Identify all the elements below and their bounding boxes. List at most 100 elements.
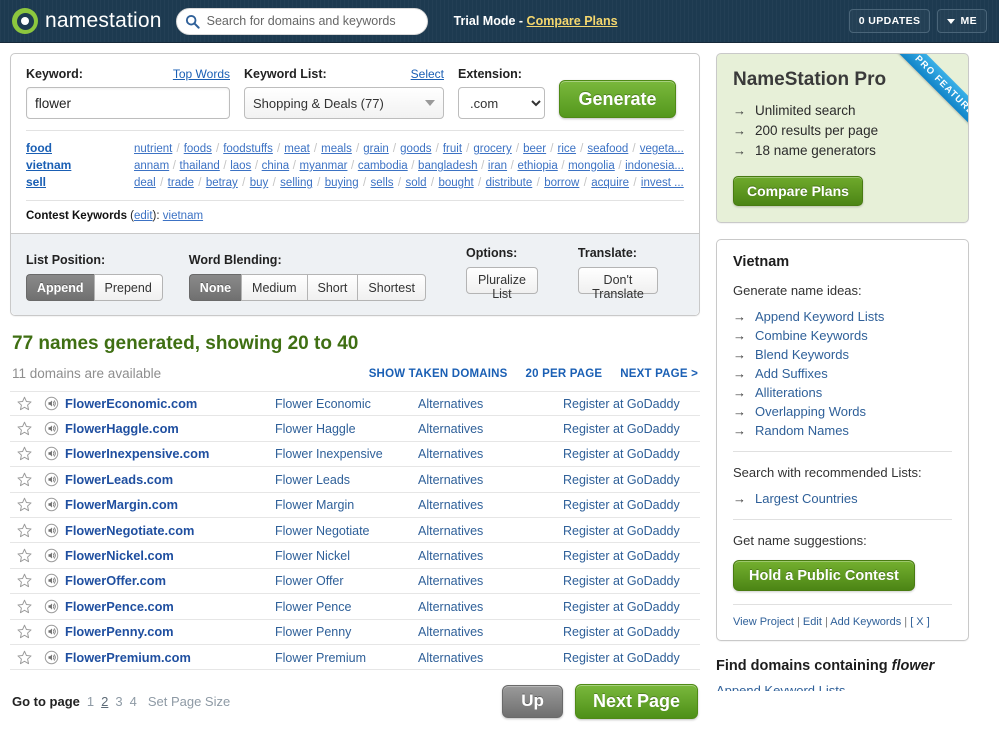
keyword-chip[interactable]: grocery bbox=[473, 143, 511, 155]
favorite-star-icon[interactable] bbox=[10, 396, 38, 411]
register-link[interactable]: Register at GoDaddy bbox=[563, 651, 680, 665]
list-position-prepend-button[interactable]: Prepend bbox=[93, 274, 163, 301]
per-page-link[interactable]: 20 PER PAGE bbox=[526, 368, 603, 380]
keyword-chip[interactable]: meat bbox=[284, 143, 310, 155]
word-blending-none-button[interactable]: None bbox=[188, 274, 242, 301]
register-link[interactable]: Register at GoDaddy bbox=[563, 600, 680, 614]
search-box[interactable] bbox=[175, 7, 428, 35]
keyword-chip[interactable]: selling bbox=[280, 177, 313, 189]
register-link[interactable]: Register at GoDaddy bbox=[563, 397, 680, 411]
generator-link[interactable]: Overlapping Words bbox=[755, 404, 866, 419]
updates-button[interactable]: 0 UPDATES bbox=[848, 9, 931, 33]
next-page-link[interactable]: NEXT PAGE > bbox=[620, 368, 698, 380]
generator-link[interactable]: Alliterations bbox=[755, 385, 822, 400]
word-blending-shortest-button[interactable]: Shortest bbox=[357, 274, 426, 301]
pronounce-speaker-icon[interactable] bbox=[38, 421, 65, 436]
keyword-chip[interactable]: mongolia bbox=[568, 160, 615, 172]
generator-link[interactable]: Append Keyword Lists bbox=[755, 309, 884, 324]
pronounce-speaker-icon[interactable] bbox=[38, 599, 65, 614]
pronounce-speaker-icon[interactable] bbox=[38, 446, 65, 461]
keyword-chip[interactable]: deal bbox=[134, 177, 156, 189]
domain-link[interactable]: FlowerInexpensive.com bbox=[65, 446, 209, 461]
pronounce-speaker-icon[interactable] bbox=[38, 523, 65, 538]
translate-button[interactable]: Don't Translate bbox=[577, 267, 658, 301]
keyword-chip[interactable]: indonesia... bbox=[625, 160, 684, 172]
register-link[interactable]: Register at GoDaddy bbox=[563, 574, 680, 588]
favorite-star-icon[interactable] bbox=[10, 624, 38, 639]
pronounce-speaker-icon[interactable] bbox=[38, 650, 65, 665]
domain-link[interactable]: FlowerOffer.com bbox=[65, 573, 166, 588]
project-footer-link[interactable]: View Project bbox=[733, 616, 794, 628]
append-keyword-lists-link[interactable]: Append Keyword Lists bbox=[716, 683, 845, 691]
keyword-chip[interactable]: nutrient bbox=[134, 143, 172, 155]
pronounce-speaker-icon[interactable] bbox=[38, 624, 65, 639]
pronounce-speaker-icon[interactable] bbox=[38, 472, 65, 487]
keyword-chip[interactable]: foodstuffs bbox=[223, 143, 273, 155]
keyword-chip[interactable]: thailand bbox=[180, 160, 220, 172]
keyword-row-head[interactable]: vietnam bbox=[26, 158, 134, 172]
pronounce-speaker-icon[interactable] bbox=[38, 548, 65, 563]
page-number-link[interactable]: 1 bbox=[87, 694, 94, 709]
top-words-link[interactable]: Top Words bbox=[173, 67, 230, 81]
brand-logo[interactable]: namestation bbox=[12, 8, 162, 34]
domain-link[interactable]: FlowerPence.com bbox=[65, 599, 174, 614]
keyword-chip[interactable]: china bbox=[262, 160, 290, 172]
alternatives-link[interactable]: Alternatives bbox=[418, 473, 483, 487]
contest-keywords-value[interactable]: vietnam bbox=[163, 210, 203, 222]
favorite-star-icon[interactable] bbox=[10, 650, 38, 665]
keyword-chip[interactable]: myanmar bbox=[300, 160, 348, 172]
word-blending-medium-button[interactable]: Medium bbox=[241, 274, 307, 301]
register-link[interactable]: Register at GoDaddy bbox=[563, 473, 680, 487]
keyword-chip[interactable]: betray bbox=[206, 177, 238, 189]
alternatives-link[interactable]: Alternatives bbox=[418, 600, 483, 614]
keyword-chip[interactable]: rice bbox=[558, 143, 577, 155]
favorite-star-icon[interactable] bbox=[10, 497, 38, 512]
alternatives-link[interactable]: Alternatives bbox=[418, 498, 483, 512]
favorite-star-icon[interactable] bbox=[10, 599, 38, 614]
domain-link[interactable]: FlowerNegotiate.com bbox=[65, 523, 194, 538]
keyword-chip[interactable]: fruit bbox=[443, 143, 462, 155]
keyword-chip[interactable]: laos bbox=[230, 160, 251, 172]
keyword-chip[interactable]: bought bbox=[438, 177, 473, 189]
keyword-chip[interactable]: borrow bbox=[544, 177, 579, 189]
keyword-chip[interactable]: bangladesh bbox=[418, 160, 477, 172]
page-number-link[interactable]: 4 bbox=[130, 694, 137, 709]
keyword-chip[interactable]: grain bbox=[363, 143, 389, 155]
domain-link[interactable]: FlowerLeads.com bbox=[65, 472, 173, 487]
keyword-chip[interactable]: sells bbox=[371, 177, 394, 189]
project-footer-link[interactable]: Edit bbox=[803, 616, 822, 628]
domain-link[interactable]: FlowerPenny.com bbox=[65, 624, 174, 639]
alternatives-link[interactable]: Alternatives bbox=[418, 574, 483, 588]
domain-link[interactable]: FlowerEconomic.com bbox=[65, 396, 197, 411]
keyword-input[interactable] bbox=[26, 87, 230, 119]
keyword-chip[interactable]: seafood bbox=[587, 143, 628, 155]
register-link[interactable]: Register at GoDaddy bbox=[563, 498, 680, 512]
list-position-append-button[interactable]: Append bbox=[26, 274, 94, 301]
project-footer-link[interactable]: Add Keywords bbox=[830, 616, 901, 628]
compare-plans-link[interactable]: Compare Plans bbox=[527, 14, 618, 28]
pronounce-speaker-icon[interactable] bbox=[38, 573, 65, 588]
keyword-chip[interactable]: acquire bbox=[591, 177, 629, 189]
account-menu-button[interactable]: ME bbox=[937, 9, 987, 33]
register-link[interactable]: Register at GoDaddy bbox=[563, 447, 680, 461]
alternatives-link[interactable]: Alternatives bbox=[418, 524, 483, 538]
favorite-star-icon[interactable] bbox=[10, 548, 38, 563]
register-link[interactable]: Register at GoDaddy bbox=[563, 422, 680, 436]
favorite-star-icon[interactable] bbox=[10, 523, 38, 538]
generator-link[interactable]: Random Names bbox=[755, 423, 849, 438]
keyword-list-select[interactable]: Shopping & Deals (77) bbox=[244, 87, 444, 119]
up-button[interactable]: Up bbox=[502, 684, 563, 718]
pronounce-speaker-icon[interactable] bbox=[38, 396, 65, 411]
compare-plans-button[interactable]: Compare Plans bbox=[733, 176, 863, 206]
generator-link[interactable]: Combine Keywords bbox=[755, 328, 868, 343]
keyword-chip[interactable]: buying bbox=[325, 177, 359, 189]
keyword-chip[interactable]: iran bbox=[488, 160, 507, 172]
hold-public-contest-button[interactable]: Hold a Public Contest bbox=[733, 560, 915, 591]
keyword-row-head[interactable]: sell bbox=[26, 175, 134, 189]
alternatives-link[interactable]: Alternatives bbox=[418, 651, 483, 665]
favorite-star-icon[interactable] bbox=[10, 421, 38, 436]
project-footer-link[interactable]: [ X ] bbox=[910, 616, 930, 628]
keyword-chip[interactable]: invest ... bbox=[641, 177, 684, 189]
pluralize-list-button[interactable]: Pluralize List bbox=[465, 267, 538, 301]
favorite-star-icon[interactable] bbox=[10, 472, 38, 487]
